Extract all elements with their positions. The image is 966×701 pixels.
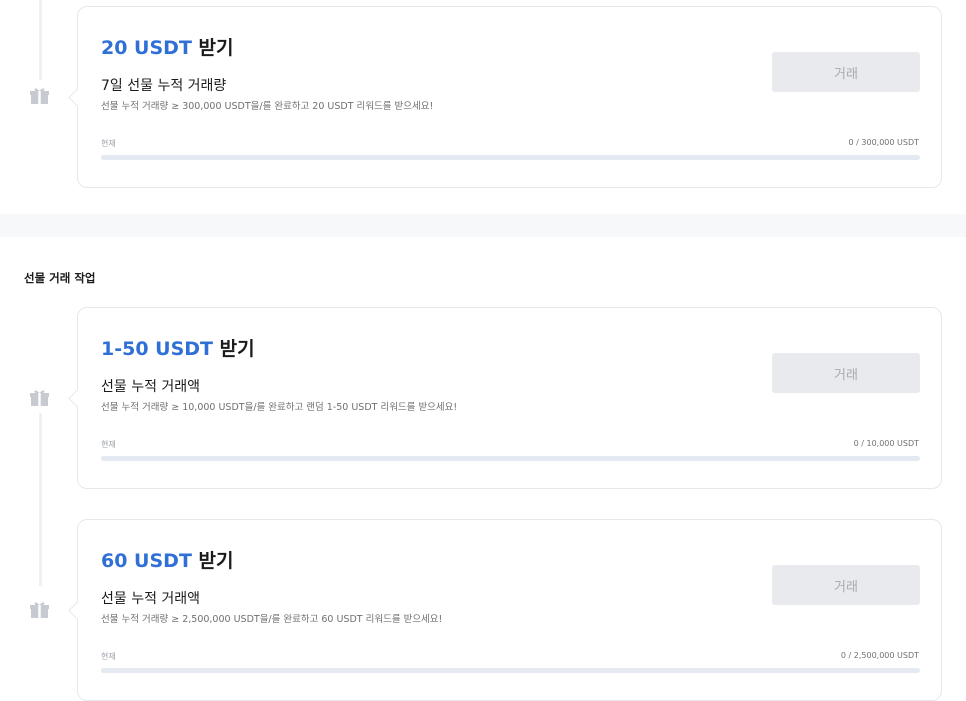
timeline-line-mid [39,413,42,586]
gift-icon [30,601,49,618]
timeline-line-top [39,0,42,80]
section-title: 선물 거래 작업 [24,271,96,285]
current-label: 현재 [101,652,116,661]
progress-text: 0 / 300,000 USDT [848,138,919,147]
task-description: 선물 누적 거래량 ≥ 300,000 USDT을/를 완료하고 20 USDT… [101,101,434,112]
task-subtitle: 선물 누적 거래액 [101,379,201,395]
progress-text: 0 / 10,000 USDT [853,439,919,448]
reward-title: 60 USDT 받기 [101,546,234,573]
reward-title: 1-50 USDT 받기 [101,334,255,361]
section-divider [0,214,966,237]
task-subtitle: 7일 선물 누적 거래량 [101,78,227,94]
task-card: 60 USDT 받기 선물 누적 거래액 선물 누적 거래량 ≥ 2,500,0… [77,519,942,701]
task-subtitle: 선물 누적 거래액 [101,591,201,607]
task-description: 선물 누적 거래량 ≥ 2,500,000 USDT을/를 완료하고 60 US… [101,614,443,625]
trade-button[interactable]: 거래 [772,565,920,605]
reward-amount: 1-50 USDT [101,338,214,360]
trade-button[interactable]: 거래 [772,52,920,92]
reward-amount: 60 USDT [101,550,192,572]
task-card: 20 USDT 받기 7일 선물 누적 거래량 선물 누적 거래량 ≥ 300,… [77,6,942,188]
gift-icon [30,389,49,406]
progress-bar [101,155,920,160]
reward-suffix: 받기 [198,37,234,59]
progress-text: 0 / 2,500,000 USDT [840,651,919,660]
progress-bar [101,456,920,461]
task-card: 1-50 USDT 받기 선물 누적 거래액 선물 누적 거래량 ≥ 10,00… [77,307,942,489]
reward-amount: 20 USDT [101,37,192,59]
task-description: 선물 누적 거래량 ≥ 10,000 USDT을/를 완료하고 랜덤 1-50 … [101,402,458,413]
current-label: 현재 [101,139,116,148]
progress-bar [101,668,920,673]
gift-icon [30,87,49,104]
trade-button[interactable]: 거래 [772,353,920,393]
current-label: 현재 [101,440,116,449]
reward-suffix: 받기 [219,338,255,360]
reward-title: 20 USDT 받기 [101,33,234,60]
reward-suffix: 받기 [198,550,234,572]
